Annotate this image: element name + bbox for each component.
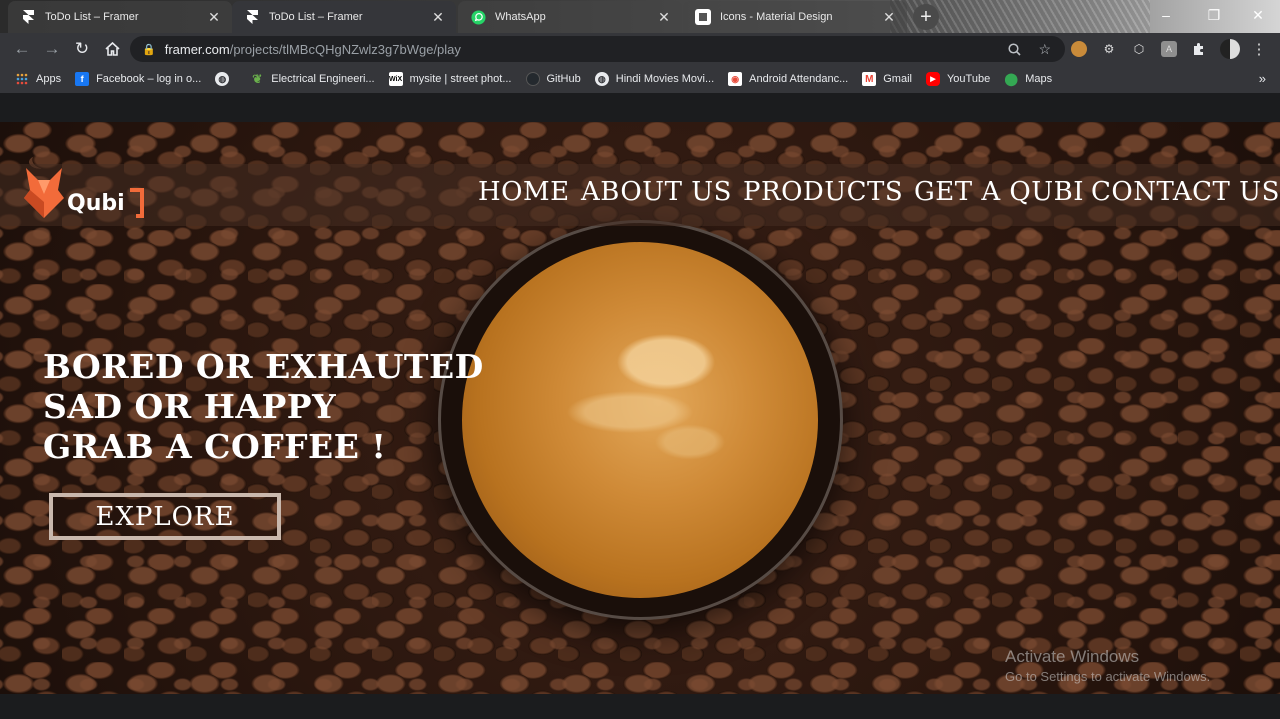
url-path: /projects/tlMBcQHgNZwlz3g7bWge/play (229, 41, 461, 57)
nav-products[interactable]: PRODUCTS (743, 177, 903, 207)
hero-section: Qubi HOME ABOUT US PRODUCTS GET A QUBI C… (0, 122, 1280, 694)
maps-icon: ⬤ (1004, 72, 1018, 86)
logo-bracket-icon (130, 188, 144, 218)
android-attendance-icon: ◉ (728, 72, 743, 86)
apps-grid-icon (15, 72, 29, 86)
bookmark-gmail[interactable]: M Gmail (862, 72, 912, 86)
address-bar[interactable]: 🔒 framer.com/projects/tlMBcQHgNZwlz3g7bW… (130, 36, 1065, 62)
home-icon[interactable] (101, 38, 123, 60)
bookmark-apps[interactable]: Apps (15, 72, 61, 86)
qubi-logo[interactable]: Qubi (20, 164, 150, 226)
bookmark-label: GitHub (546, 73, 581, 85)
gmail-icon: M (862, 72, 877, 86)
bookmark-label: YouTube (946, 73, 991, 85)
bookmark-label: Hindi Movies Movi... (615, 73, 715, 85)
wix-icon: WiX (388, 72, 403, 86)
close-window-button[interactable]: ✕ (1235, 0, 1280, 30)
close-icon[interactable]: ✕ (206, 9, 222, 25)
cookie-extension-icon[interactable] (1071, 41, 1087, 57)
bookmark-label: Android Attendanc... (749, 73, 849, 85)
nav-contact-us[interactable]: CONTACT US (1091, 177, 1280, 207)
tab-title: Icons - Material Design (720, 11, 833, 23)
bookmark-label: Electrical Engineeri... (271, 73, 375, 85)
bookmark-android-attendance[interactable]: ◉ Android Attendanc... (728, 72, 848, 86)
gear-extension-icon[interactable]: ⚙ (1101, 41, 1117, 57)
facebook-icon: f (75, 72, 90, 86)
activate-windows-subtitle: Go to Settings to activate Windows. (1005, 669, 1211, 684)
close-icon[interactable]: ✕ (430, 9, 446, 25)
url-host: framer.com (164, 41, 230, 57)
tab-material-icons[interactable]: Icons - Material Design ✕ (683, 1, 907, 33)
youtube-icon: ▶ (925, 72, 940, 86)
bookmark-label: Apps (36, 73, 62, 85)
nav-about-us[interactable]: ABOUT US (581, 177, 732, 207)
browser-toolbar: ← → ↻ 🔒 framer.com/projects/tlMBcQHgNZwl… (0, 33, 1280, 65)
globe-icon: ◍ (215, 72, 230, 86)
bookmark-label: mysite | street phot... (409, 73, 512, 85)
bookmark-globe[interactable]: ◍ (215, 72, 236, 86)
maximize-button[interactable]: ❐ (1191, 0, 1237, 30)
bookmark-label: Gmail (883, 73, 912, 85)
tab-title: ToDo List – Framer (269, 11, 363, 23)
profile-avatar[interactable] (1220, 39, 1240, 59)
bookmark-facebook[interactable]: f Facebook – log in o... (75, 72, 201, 86)
github-icon (525, 72, 540, 86)
back-arrow-icon[interactable]: ← (11, 38, 33, 60)
zoom-icon[interactable] (1008, 36, 1021, 62)
cup-rim (438, 220, 843, 620)
bookmark-label: Facebook – log in o... (96, 73, 202, 85)
bookmark-youtube[interactable]: ▶ YouTube (925, 72, 991, 86)
close-icon[interactable]: ✕ (881, 9, 897, 25)
page-bottom-band (0, 694, 1280, 719)
page-top-band (0, 93, 1280, 122)
bookmarks-bar: Apps f Facebook – log in o... ◍ ❦ Electr… (0, 65, 1280, 93)
bookmark-maps[interactable]: ⬤ Maps (1004, 72, 1053, 86)
tab-todo-2[interactable]: ToDo List – Framer ✕ (232, 1, 456, 33)
lock-icon: 🔒 (142, 43, 156, 56)
bookmark-label: Maps (1025, 73, 1053, 85)
new-tab-button[interactable]: + (913, 4, 939, 30)
bookmark-github[interactable]: GitHub (525, 72, 581, 86)
forward-arrow-icon[interactable]: → (41, 38, 63, 60)
headline-line-1: BORED OR EXHAUTED (43, 347, 484, 386)
minimize-button[interactable]: – (1143, 0, 1189, 30)
nav-home[interactable]: HOME (478, 177, 570, 207)
tab-todo-1[interactable]: ToDo List – Framer ✕ (8, 1, 232, 33)
tab-whatsapp[interactable]: WhatsApp ✕ (458, 1, 682, 33)
headline-line-3: GRAB A COFFEE ! (43, 427, 387, 466)
menu-kebab-icon[interactable]: ⋮ (1251, 41, 1267, 58)
grammar-extension-icon[interactable]: A (1161, 41, 1177, 57)
puzzle-extensions-icon[interactable] (1191, 41, 1207, 57)
bookmark-hindi-movies[interactable]: ◍ Hindi Movies Movi... (594, 72, 715, 86)
globe-icon: ◍ (594, 72, 609, 86)
star-icon[interactable]: ☆ (1038, 36, 1051, 62)
nav-get-a-qubi[interactable]: GET A QUBI (914, 177, 1084, 207)
bookmark-electrical-engineering[interactable]: ❦ Electrical Engineeri... (250, 72, 374, 86)
cube-extension-icon[interactable]: ⬡ (1131, 41, 1147, 57)
bookmarks-more-icon[interactable]: » (1259, 71, 1266, 86)
explore-button[interactable]: EXPLORE (49, 493, 281, 540)
tab-strip: ToDo List – Framer ✕ ToDo List – Framer … (0, 0, 1280, 33)
headline-line-2: SAD OR HAPPY (43, 387, 337, 426)
bookmark-mysite[interactable]: WiX mysite | street phot... (388, 72, 512, 86)
framer-icon (244, 9, 260, 25)
logo-text: Qubi (67, 191, 125, 216)
framer-icon (20, 9, 36, 25)
whatsapp-icon (470, 9, 486, 25)
tab-title: WhatsApp (495, 11, 546, 23)
leaf-icon: ❦ (252, 72, 263, 86)
close-icon[interactable]: ✕ (656, 9, 672, 25)
material-icon (695, 9, 711, 25)
activate-windows-title: Activate Windows (1005, 647, 1140, 666)
tab-title: ToDo List – Framer (45, 11, 139, 23)
reload-icon[interactable]: ↻ (71, 38, 93, 60)
